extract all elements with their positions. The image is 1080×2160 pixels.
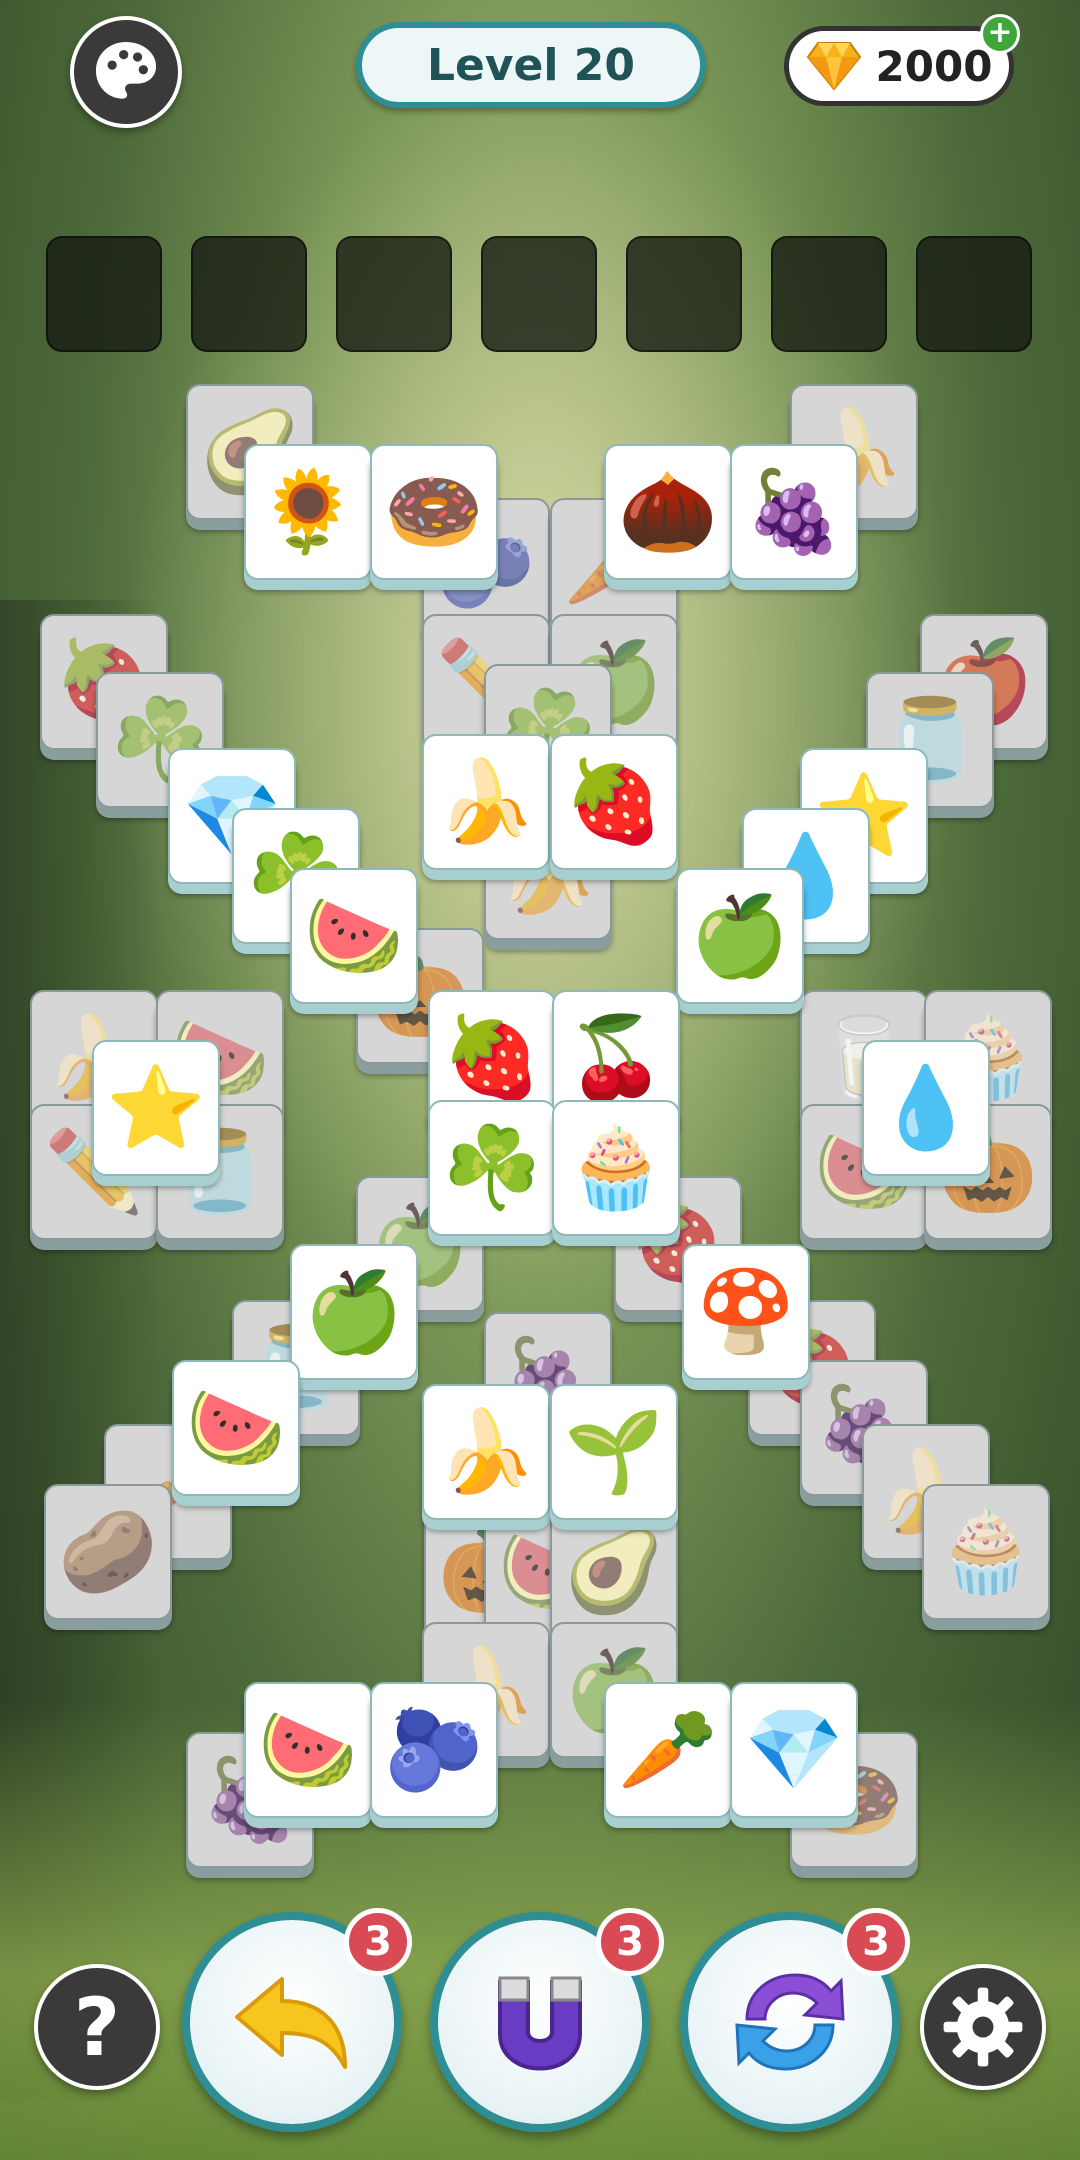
tile-water-drop[interactable]: 💧 bbox=[862, 1040, 990, 1176]
strawberry-icon: 🍓 bbox=[442, 1011, 542, 1104]
tile-watermelon[interactable]: 🍉 bbox=[290, 868, 418, 1004]
tile-donut[interactable]: 🍩 bbox=[370, 444, 498, 580]
magnet-count-badge: 3 bbox=[596, 1908, 664, 1976]
tray-slot bbox=[771, 236, 887, 352]
carrot-icon: 🥕 bbox=[618, 1703, 718, 1796]
tile-nut[interactable]: 🌰 bbox=[604, 444, 732, 580]
tile-strawberry[interactable]: 🍓 bbox=[550, 734, 678, 870]
clover-icon: ☘️ bbox=[442, 1121, 542, 1214]
shuffle-count-badge: 3 bbox=[842, 1908, 910, 1976]
tray-slot bbox=[916, 236, 1032, 352]
tray-slot bbox=[626, 236, 742, 352]
gem-count: 2000 bbox=[875, 41, 993, 91]
water-drop-icon: 💧 bbox=[876, 1061, 976, 1154]
add-gems-button[interactable]: + bbox=[980, 14, 1020, 54]
tile-diamond[interactable]: 💎 bbox=[730, 1682, 858, 1818]
grapes-icon: 🍇 bbox=[744, 465, 844, 558]
banana-icon: 🍌 bbox=[436, 755, 536, 848]
tray-slot bbox=[481, 236, 597, 352]
shuffle-icon bbox=[735, 1973, 845, 2071]
gear-icon bbox=[943, 1987, 1023, 2067]
tile-mushroom[interactable]: 🍄 bbox=[682, 1244, 810, 1380]
tray-slot bbox=[191, 236, 307, 352]
diamond-icon: 💎 bbox=[744, 1703, 844, 1796]
flower-icon: 🌻 bbox=[258, 465, 358, 558]
nut-icon: 🌰 bbox=[618, 465, 718, 558]
green-apple-icon: 🍏 bbox=[690, 889, 790, 982]
donut-icon: 🍩 bbox=[384, 465, 484, 558]
potato-icon: 🥔 bbox=[58, 1505, 158, 1598]
tile-cupcake: 🧁 bbox=[922, 1484, 1050, 1620]
tile-avocado: 🥑 bbox=[550, 1504, 678, 1640]
undo-arrow-icon bbox=[235, 1977, 347, 2069]
watermelon-icon: 🍉 bbox=[304, 889, 404, 982]
theme-button[interactable] bbox=[70, 16, 182, 128]
watermelon-icon: 🍉 bbox=[186, 1381, 286, 1474]
berries-icon: 🫐 bbox=[384, 1703, 484, 1796]
cupcake-icon: 🧁 bbox=[936, 1505, 1036, 1598]
tile-grapes[interactable]: 🍇 bbox=[730, 444, 858, 580]
avocado-icon: 🥑 bbox=[564, 1525, 664, 1618]
tray-slot bbox=[46, 236, 162, 352]
tile-carrot[interactable]: 🥕 bbox=[604, 1682, 732, 1818]
settings-button[interactable] bbox=[920, 1964, 1046, 2090]
tile-watermelon[interactable]: 🍉 bbox=[244, 1682, 372, 1818]
star-icon: ⭐ bbox=[106, 1061, 206, 1154]
undo-count-badge: 3 bbox=[344, 1908, 412, 1976]
gem-icon bbox=[806, 42, 861, 91]
tile-cupcake[interactable]: 🧁 bbox=[552, 1100, 680, 1236]
cherries-icon: 🍒 bbox=[566, 1011, 666, 1104]
level-title: Level 20 bbox=[356, 22, 706, 108]
cupcake-icon: 🧁 bbox=[566, 1121, 666, 1214]
tile-green-apple[interactable]: 🍏 bbox=[676, 868, 804, 1004]
green-apple-icon: 🍏 bbox=[304, 1265, 404, 1358]
strawberry-icon: 🍓 bbox=[564, 755, 664, 848]
watermelon-icon: 🍉 bbox=[258, 1703, 358, 1796]
tray-slot bbox=[336, 236, 452, 352]
background-tree-trunk bbox=[0, 600, 160, 2100]
mushroom-icon: 🍄 bbox=[696, 1265, 796, 1358]
tile-star[interactable]: ⭐ bbox=[92, 1040, 220, 1176]
tile-flower[interactable]: 🌻 bbox=[244, 444, 372, 580]
banana-icon: 🍌 bbox=[436, 1405, 536, 1498]
help-label: ? bbox=[73, 1980, 121, 2074]
tile-potato: 🥔 bbox=[44, 1484, 172, 1620]
tile-banana[interactable]: 🍌 bbox=[422, 734, 550, 870]
tile-sprout[interactable]: 🌱 bbox=[550, 1384, 678, 1520]
tile-banana[interactable]: 🍌 bbox=[422, 1384, 550, 1520]
help-button[interactable]: ? bbox=[34, 1964, 160, 2090]
tile-green-apple[interactable]: 🍏 bbox=[290, 1244, 418, 1380]
tile-berries[interactable]: 🫐 bbox=[370, 1682, 498, 1818]
palette-icon bbox=[95, 41, 157, 99]
magnet-icon bbox=[498, 1976, 582, 2071]
sprout-icon: 🌱 bbox=[564, 1405, 664, 1498]
tile-watermelon[interactable]: 🍉 bbox=[172, 1360, 300, 1496]
tile-clover[interactable]: ☘️ bbox=[428, 1100, 556, 1236]
